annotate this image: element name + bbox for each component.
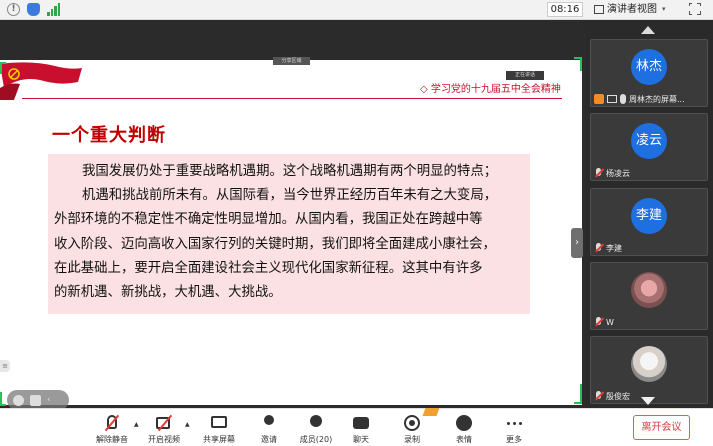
chat-bubble-icon[interactable] [30,394,41,406]
chevron-left-icon[interactable]: ‹ [47,395,51,405]
screen-share-icon [607,95,617,103]
avatar [631,272,667,308]
participant-name: 李建 [606,243,622,253]
chat-button[interactable]: 聊天 [337,413,385,445]
slide-header: ◇ 学习党的十九届五中全会精神 [420,84,561,95]
audio-options-caret[interactable]: ▲ [134,421,139,428]
more-label: 更多 [506,435,522,444]
emoji-icon [456,415,472,431]
participant-name: 杨凌云 [606,168,630,178]
chevron-down-icon: ▾ [662,5,666,13]
collapse-panel-button[interactable]: › [571,228,583,258]
share-frame-corner [574,57,582,71]
shared-screen-area: ◇ 学习党的十九届五中全会精神 一个重大判断 我国发展仍处于重要战略机遇期。这个… [0,20,585,410]
chat-label: 聊天 [353,435,369,444]
avatar: 林杰 [631,49,667,85]
share-frame-corner [0,62,6,74]
signal-icon[interactable] [47,3,60,16]
start-video-label: 开启视频 [148,435,180,444]
view-mode-selector[interactable]: 演讲者视图 ▾ [594,2,666,17]
share-screen-icon [211,416,227,428]
share-area-tag: 分享区域 [273,57,310,65]
info-icon[interactable]: ! [7,3,20,16]
scroll-down-icon[interactable] [641,397,655,405]
more-dots-icon [506,415,522,431]
slide-text-line: 我国发展仍处于重要战略机遇期。这个战略机遇期有两个明显的特点； [82,164,498,179]
emoji-icon[interactable] [13,394,24,406]
unmute-label: 解除静音 [96,435,128,444]
mic-muted-icon [594,391,603,401]
avatar [631,346,667,382]
slide-text-line: 外部环境的不稳定性不确定性明显增加。从国内看，我国正处在跨越中等 [54,212,483,228]
invite-label: 邀请 [261,435,277,444]
add-user-icon [264,415,274,425]
chat-icon [353,417,369,429]
avatar: 凌云 [631,123,667,159]
party-flag-icon [0,62,82,100]
side-handle-icon[interactable]: ≡ [0,360,10,372]
participant-name: 殷俊宏 [606,391,630,401]
share-screen-button[interactable]: 共享屏幕 [195,413,243,445]
slide-text-line: 收入阶段、迈向高收入国家行列的关键时期，我们即将全面建成小康社会， [54,236,496,252]
video-options-caret[interactable]: ▲ [185,421,190,428]
record-icon [404,415,420,431]
meeting-toolbar: 解除静音 ▲ 开启视频 ▲ 共享屏幕 邀请 成员(20) 聊天 录制 表情 更多 [0,408,713,446]
mic-muted-icon [594,317,603,327]
participant-tile[interactable]: 李建 李建 [590,188,708,256]
view-mode-label: 演讲者视图 [607,4,657,15]
meeting-time: 08:16 [547,2,583,17]
members-icon [310,415,322,427]
scroll-up-icon[interactable] [641,26,655,34]
microphone-icon [620,94,626,104]
slide-text-box: 我国发展仍处于重要战略机遇期。这个战略机遇期有两个明显的特点； 机遇和挑战前所未… [48,154,530,314]
slide-text-line: 在此基础上，要开启全面建设社会主义现代化国家新征程。这其中有许多 [54,260,483,276]
participant-tile[interactable]: W [590,262,708,330]
top-bar: ! 08:16 演讲者视图 ▾ [0,0,713,20]
start-video-button[interactable]: 开启视频 [140,413,188,445]
participant-tile[interactable]: 殷俊宏 [590,336,708,404]
share-screen-label: 共享屏幕 [203,435,235,444]
participant-bar: W [591,315,707,329]
participant-bar: 周林杰的屏幕... [591,92,707,106]
share-frame-corner [0,392,6,406]
avatar: 李建 [631,198,667,234]
participant-name: W [606,317,614,327]
participant-tile[interactable]: 凌云 杨凌云 [590,113,708,181]
record-label: 录制 [404,435,420,444]
participant-tile[interactable]: 林杰 周林杰的屏幕... [590,39,708,107]
mic-muted-icon [594,168,603,178]
host-icon [594,94,604,104]
grid-view-icon [594,5,604,14]
unmute-button[interactable]: 解除静音 [88,413,136,445]
record-button[interactable]: 录制 [388,413,436,445]
record-badge [422,408,440,416]
leave-meeting-button[interactable]: 离开会议 [633,415,690,440]
share-frame-corner [574,384,582,404]
fullscreen-icon[interactable] [688,2,701,15]
mic-muted-icon [594,243,603,253]
floating-annotation-bar[interactable]: ‹ [7,390,69,410]
slide-text-line: 机遇和挑战前所未有。从国际看，当今世界正经历百年未有之大变局， [82,188,498,204]
emoji-button[interactable]: 表情 [440,413,488,445]
shield-icon[interactable] [27,3,40,16]
participant-name: 周林杰的屏幕... [629,94,685,104]
members-button[interactable]: 成员(20) [292,413,340,445]
speaking-tag: 正在讲话 [506,71,544,80]
slide-title: 一个重大判断 [52,125,166,146]
invite-button[interactable]: 邀请 [245,413,293,445]
members-label: 成员(20) [299,435,333,444]
participant-bar: 杨凌云 [591,166,707,180]
more-button[interactable]: 更多 [490,413,538,445]
presentation-slide: ◇ 学习党的十九届五中全会精神 一个重大判断 我国发展仍处于重要战略机遇期。这个… [0,60,582,405]
emoji-label: 表情 [456,435,472,444]
slide-divider [22,98,562,99]
slide-text-line: 的新机遇、新挑战，大机遇、大挑战。 [54,285,282,301]
participant-bar: 李建 [591,241,707,255]
